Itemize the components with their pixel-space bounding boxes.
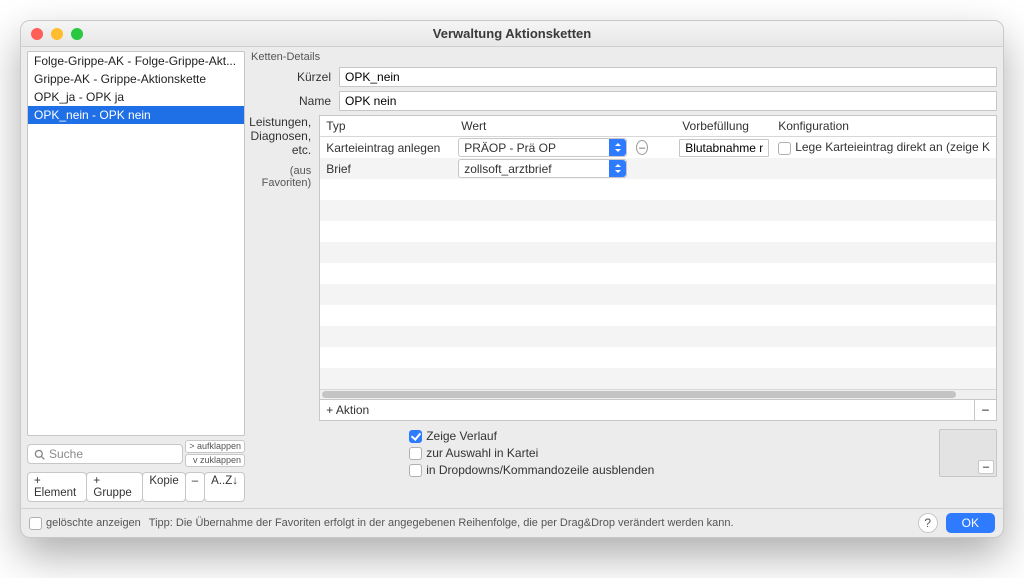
kuerzel-input[interactable] [339,67,997,87]
wert-dropdown[interactable]: zollsoft_arztbrief [458,159,627,178]
zur-auswahl-label: zur Auswahl in Kartei [426,446,538,460]
list-item[interactable]: Grippe-AK - Grippe-Aktionskette [28,70,244,88]
preview-minus-button[interactable]: – [978,460,994,474]
titlebar: Verwaltung Aktionsketten [21,21,1003,47]
footer-tip: Tipp: Die Übernahme der Favoriten erfolg… [149,517,910,529]
add-element-button[interactable]: + Element [27,472,87,502]
section-label: Ketten-Details [249,51,997,67]
table-scrollbar[interactable] [320,389,996,399]
list-item[interactable]: OPK_ja - OPK ja [28,88,244,106]
add-action-button[interactable]: + Aktion [320,400,974,420]
ausblenden-label: in Dropdowns/Kommandozeile ausblenden [426,463,654,477]
chain-list[interactable]: Folge-Grippe-AK - Folge-Grippe-Akt... Gr… [27,51,245,436]
expand-button[interactable]: > aufklappen [185,440,245,453]
search-placeholder: Suche [49,447,83,461]
search-input[interactable]: Suche [27,444,183,464]
content: Folge-Grippe-AK - Folge-Grippe-Akt... Gr… [21,47,1003,508]
window: Verwaltung Aktionsketten Folge-Grippe-AK… [20,20,1004,538]
sidebar: Folge-Grippe-AK - Folge-Grippe-Akt... Gr… [27,51,245,502]
wert-dropdown[interactable]: PRÄOP - Prä OP [458,138,627,157]
preview-box: – [939,429,997,477]
sort-button[interactable]: A..Z↓ [204,472,245,502]
table-body: Karteieintrag anlegen PRÄOP - Prä OP – L… [320,137,996,389]
table-row[interactable]: Brief zollsoft_arztbrief [320,158,996,179]
name-label: Name [249,94,331,108]
detail-pane: Ketten-Details Kürzel Name Leistungen, D… [249,51,997,502]
footer: gelöschte anzeigen Tipp: Die Übernahme d… [21,508,1003,537]
zeige-verlauf-checkbox[interactable] [409,430,422,443]
ausblenden-checkbox[interactable] [409,464,422,477]
name-input[interactable] [339,91,997,111]
col-wert[interactable]: Wert [455,116,630,136]
scrollbar-thumb[interactable] [322,391,956,398]
ok-button[interactable]: OK [946,513,995,533]
window-title: Verwaltung Aktionsketten [21,26,1003,41]
table-row[interactable]: Karteieintrag anlegen PRÄOP - Prä OP – L… [320,137,996,158]
konfig-text: Lege Karteieintrag direkt an (zeige K [795,140,990,154]
geloeschte-checkbox[interactable] [29,517,42,530]
favoriten-label: (aus Favoriten) [249,165,311,189]
cell-typ: Karteieintrag anlegen [320,138,455,158]
zeige-verlauf-label: Zeige Verlauf [426,429,497,443]
zur-auswahl-checkbox[interactable] [409,447,422,460]
list-item-selected[interactable]: OPK_nein - OPK nein [28,106,244,124]
dropdown-arrow-icon [609,160,626,177]
add-group-button[interactable]: + Gruppe [86,472,143,502]
remove-button[interactable]: – [185,472,205,502]
copy-button[interactable]: Kopie [142,472,185,502]
search-icon [34,449,45,460]
geloeschte-label: gelöschte anzeigen [46,517,141,529]
cell-typ: Brief [320,159,455,179]
konfig-checkbox[interactable] [778,142,791,155]
col-typ[interactable]: Typ [320,116,455,136]
list-item[interactable]: Folge-Grippe-AK - Folge-Grippe-Akt... [28,52,244,70]
col-konfig[interactable]: Konfiguration [772,116,996,136]
collapse-button[interactable]: v zuklappen [185,454,245,467]
leistungen-label: Leistungen, Diagnosen, etc. [249,115,311,157]
col-vorbef[interactable]: Vorbefüllung [676,116,772,136]
vorbef-input[interactable] [679,139,769,157]
remove-row-icon[interactable]: – [636,140,648,155]
kuerzel-label: Kürzel [249,70,331,84]
dropdown-arrow-icon [609,139,626,156]
actions-table: Typ Wert Vorbefüllung Konfiguration Kart… [319,115,997,400]
help-button[interactable]: ? [918,513,938,533]
remove-action-button[interactable]: – [974,400,996,420]
table-header: Typ Wert Vorbefüllung Konfiguration [320,116,996,137]
